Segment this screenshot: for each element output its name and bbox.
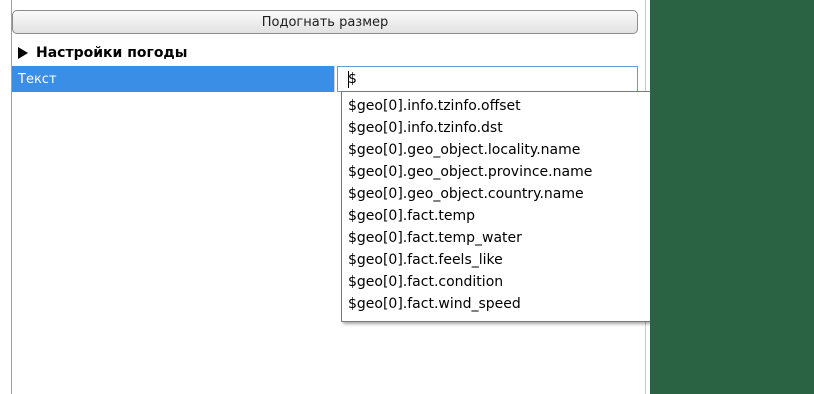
property-label[interactable]: Текст (12, 66, 334, 92)
property-row-text[interactable]: Текст (12, 66, 638, 92)
section-title: Настройки погоды (36, 45, 188, 61)
fit-size-button[interactable]: Подогнать размер (12, 10, 638, 34)
preview-canvas[interactable] (650, 0, 814, 394)
property-label-text: Текст (18, 71, 57, 87)
text-value-input[interactable] (337, 66, 638, 92)
property-divider (334, 66, 335, 92)
weather-settings-header[interactable]: Настройки погоды (12, 42, 638, 64)
expand-triangle-icon[interactable] (18, 47, 28, 59)
text-caret (348, 71, 349, 88)
